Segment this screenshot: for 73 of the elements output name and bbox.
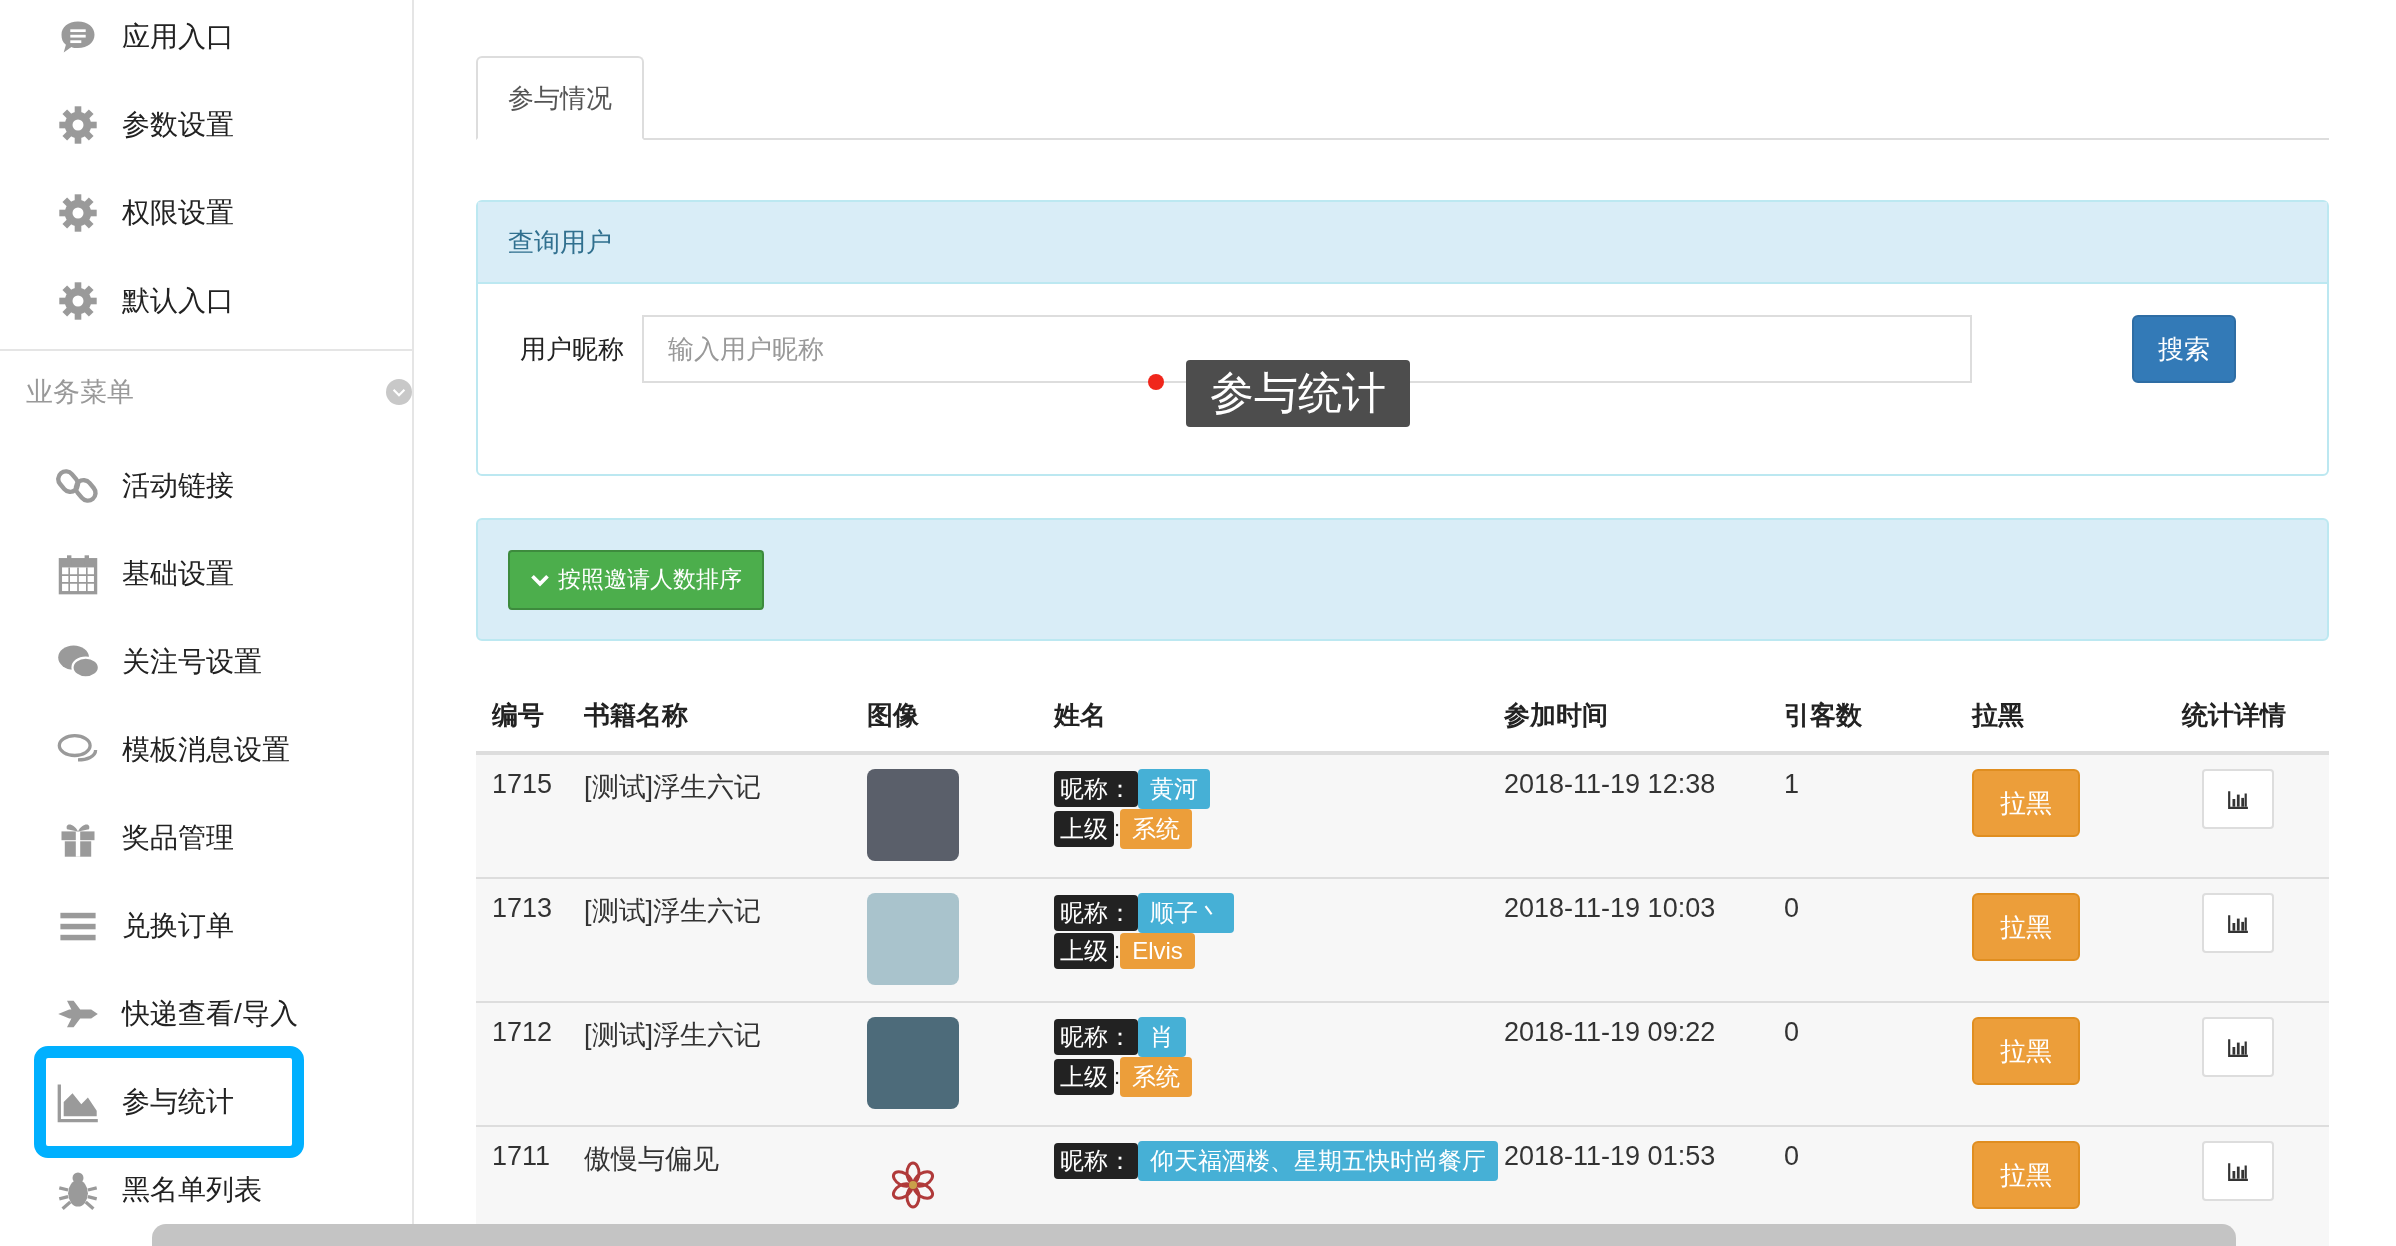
table-cell-text: 2018-11-19 10:03 <box>1504 893 1717 925</box>
gear-icon <box>56 191 100 235</box>
nickname-badge: 顺子丶 <box>1138 893 1234 933</box>
column-header: 书籍名称 <box>584 698 689 732</box>
column-header: 参加时间 <box>1504 698 1609 732</box>
search-button[interactable]: 搜索 <box>2132 315 2236 383</box>
table-cell-text: 2018-11-19 12:38 <box>1504 769 1717 801</box>
column-header: 姓名 <box>1054 698 1107 732</box>
menu-item[interactable]: 关注号设置 <box>0 632 402 692</box>
gear-icon <box>56 279 100 323</box>
nickname-badge: 仰天福酒楼、星期五快时尚餐厅 <box>1138 1141 1498 1181</box>
tooltip: 参与统计 <box>1186 360 1410 427</box>
statistics-button[interactable] <box>2202 1141 2274 1201</box>
panel-title: 查询用户 <box>478 202 2327 284</box>
menu-item[interactable]: 参与统计 <box>34 1046 304 1158</box>
gear-icon <box>56 103 100 147</box>
menu-item[interactable]: 黑名单列表 <box>0 1160 402 1220</box>
table-cell-text: [测试]浮生六记 <box>584 1019 762 1052</box>
table-cell-text: 1713 <box>492 893 554 925</box>
table-cell-text: 傲慢与偏见 <box>584 1143 720 1176</box>
column-header: 编号 <box>492 698 545 732</box>
tab[interactable]: 参与情况 <box>476 56 644 140</box>
superior-badge: 系统 <box>1120 809 1193 849</box>
bar-chart-icon <box>2227 1160 2249 1182</box>
bar-chart-icon <box>2227 1036 2249 1058</box>
table-cell-text: 1711 <box>492 1141 552 1173</box>
nickname-label: 昵称： <box>1054 1143 1138 1179</box>
column-header: 统计详情 <box>2182 698 2287 732</box>
menu-item[interactable]: 奖品管理 <box>0 808 402 868</box>
separator-text: : <box>1114 816 1121 842</box>
superior-label: 上级 <box>1054 1059 1114 1095</box>
bar-chart-icon <box>2227 912 2249 934</box>
statistics-button[interactable] <box>2202 893 2274 953</box>
table-cell-text: 2018-11-19 09:22 <box>1504 1017 1717 1049</box>
menu-item[interactable]: 活动链接 <box>0 456 402 516</box>
table-cell-text: 0 <box>1784 1141 1801 1173</box>
statistics-button[interactable] <box>2202 1017 2274 1077</box>
menu-item[interactable]: 应用入口 <box>0 7 402 67</box>
separator-text: : <box>1114 1064 1121 1090</box>
column-header: 引客数 <box>1784 698 1863 732</box>
cursor-dot <box>1148 374 1164 390</box>
calendar-icon <box>56 552 100 596</box>
table-cell-text: 1712 <box>492 1017 554 1049</box>
section-title: 业务菜单 <box>26 376 134 409</box>
column-header: 拉黑 <box>1972 698 2025 732</box>
nickname-label: 昵称： <box>1054 1019 1138 1055</box>
nickname-badge: 肖 <box>1138 1017 1186 1057</box>
menu-item[interactable]: 兑换订单 <box>0 896 402 956</box>
nickname-badge: 黄河 <box>1138 769 1210 809</box>
superior-label: 上级 <box>1054 933 1114 969</box>
table-cell-text: 0 <box>1784 893 1801 925</box>
superior-badge: 系统 <box>1120 1057 1193 1097</box>
table-cell-text: [测试]浮生六记 <box>584 895 762 928</box>
table-cell-text: [测试]浮生六记 <box>584 771 762 804</box>
field-label: 用户昵称 <box>520 332 625 366</box>
menu-item[interactable]: 基础设置 <box>0 544 402 604</box>
table-cell-text: 2018-11-19 01:53 <box>1504 1141 1717 1173</box>
table-cell-text: 1715 <box>492 769 554 801</box>
column-header: 图像 <box>867 698 920 732</box>
menu-item[interactable]: 权限设置 <box>0 183 402 243</box>
superior-badge: Elvis <box>1120 933 1195 969</box>
nickname-label: 昵称： <box>1054 895 1138 931</box>
menu-item[interactable]: 默认入口 <box>0 271 402 331</box>
nickname-label: 昵称： <box>1054 771 1138 807</box>
table-cell-text: 0 <box>1784 1017 1801 1049</box>
menu-item[interactable]: 快递查看/导入 <box>0 984 402 1044</box>
menu-item[interactable]: 参数设置 <box>0 95 402 155</box>
bar-chart-icon <box>2227 788 2249 810</box>
separator-text: : <box>1114 938 1121 964</box>
menu-item[interactable]: 模板消息设置 <box>0 720 402 780</box>
superior-label: 上级 <box>1054 811 1114 847</box>
table-cell-text: 1 <box>1784 769 1801 801</box>
statistics-button[interactable] <box>2202 769 2274 829</box>
